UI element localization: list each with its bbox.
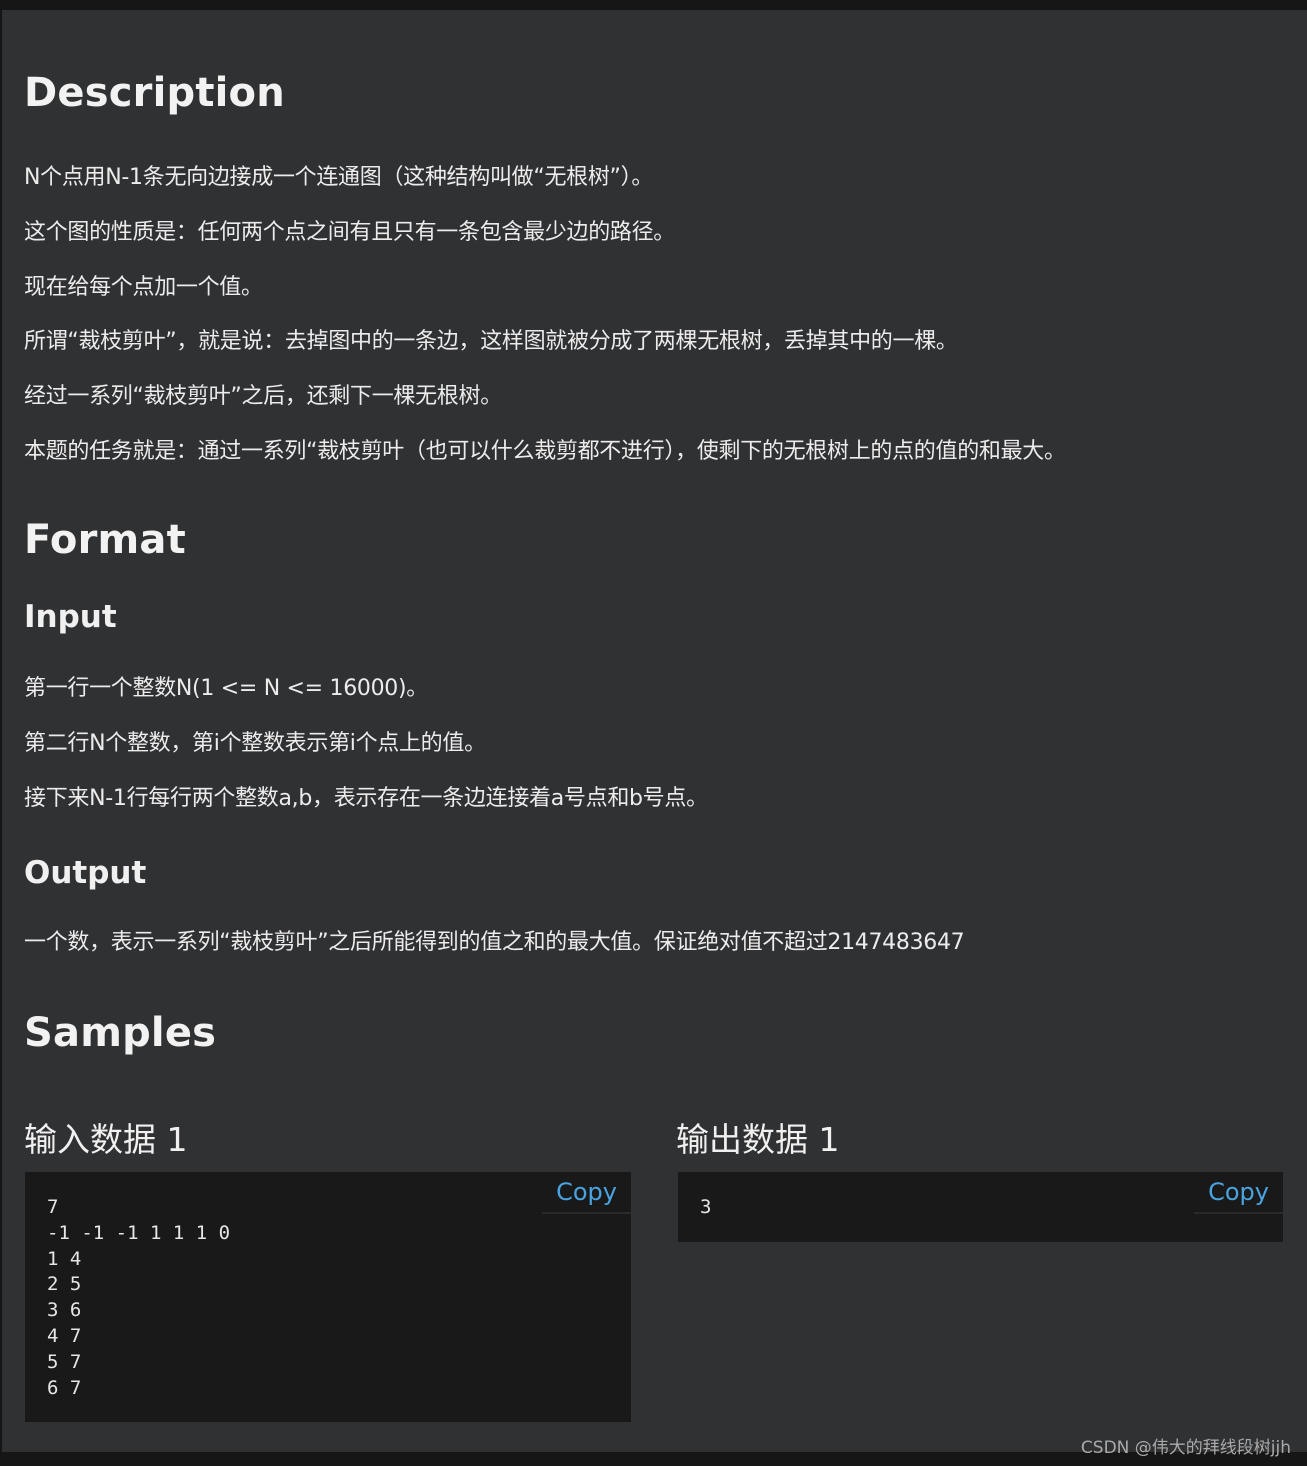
description-paragraph: 本题的任务就是：通过一系列“裁枝剪叶（也可以什么裁剪都不进行），使剩下的无根树上… xyxy=(24,439,1066,464)
description-paragraph: 所谓“裁枝剪叶”，就是说：去掉图中的一条边，这样图就被分成了两棵无根树，丢掉其中… xyxy=(24,329,958,354)
output-paragraph: 一个数，表示一系列“裁枝剪叶”之后所能得到的值之和的最大值。保证绝对值不超过21… xyxy=(24,930,965,955)
input-paragraph: 接下来N-1行每行两个整数a,b，表示存在一条边连接着a号点和b号点。 xyxy=(24,786,708,811)
description-paragraph: 现在给每个点加一个值。 xyxy=(24,275,263,300)
sample-input-code[interactable]: 7 -1 -1 -1 1 1 1 0 1 4 2 5 3 6 4 7 5 7 6… xyxy=(47,1195,230,1401)
sample-output-box: 3 Copy xyxy=(678,1172,1283,1242)
copy-output-button[interactable]: Copy xyxy=(1194,1172,1283,1214)
csdn-watermark: CSDN @伟大的拜线段树jjh xyxy=(1080,1438,1291,1458)
sample-output-code[interactable]: 3 xyxy=(700,1195,711,1221)
sample-input-box: 7 -1 -1 -1 1 1 1 0 1 4 2 5 3 6 4 7 5 7 6… xyxy=(25,1172,631,1422)
input-paragraph: 第一行一个整数N(1 <= N <= 16000)。 xyxy=(24,676,428,701)
input-paragraph: 第二行N个整数，第i个整数表示第i个点上的值。 xyxy=(24,731,486,756)
sample-input-title: 输入数据 1 xyxy=(24,1120,188,1159)
samples-heading: Samples xyxy=(24,1010,217,1056)
problem-panel: Description N个点用N-1条无向边接成一个连通图（这种结构叫做“无根… xyxy=(2,10,1307,1452)
output-heading: Output xyxy=(24,855,147,891)
format-heading: Format xyxy=(24,517,186,563)
description-paragraph: 这个图的性质是：任何两个点之间有且只有一条包含最少边的路径。 xyxy=(24,220,676,245)
description-heading: Description xyxy=(24,70,285,116)
input-heading: Input xyxy=(24,599,117,635)
sample-output-title: 输出数据 1 xyxy=(676,1120,840,1159)
description-paragraph: N个点用N-1条无向边接成一个连通图（这种结构叫做“无根树”）。 xyxy=(24,165,654,190)
copy-input-button[interactable]: Copy xyxy=(542,1172,631,1214)
description-paragraph: 经过一系列“裁枝剪叶”之后，还剩下一棵无根树。 xyxy=(24,384,502,409)
